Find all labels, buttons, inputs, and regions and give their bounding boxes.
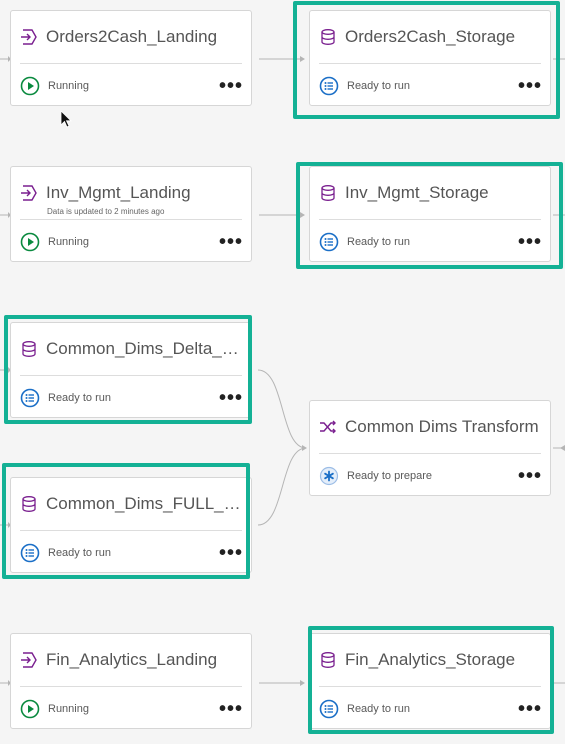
task-title: Common_Dims_FULL_Storage — [46, 494, 242, 513]
pipeline-task-card[interactable]: Orders2Cash_Landing Running ••• — [10, 10, 252, 106]
more-options-button[interactable]: ••• — [219, 76, 242, 96]
card-divider — [319, 63, 541, 64]
task-status: Ready to run — [48, 547, 111, 559]
more-options-button[interactable]: ••• — [518, 466, 541, 486]
database-icon — [319, 28, 337, 46]
more-options-button[interactable]: ••• — [518, 76, 541, 96]
task-title: Common_Dims_Delta_Storage — [46, 339, 242, 358]
database-icon — [20, 340, 38, 358]
card-divider — [319, 453, 541, 454]
task-status: Running — [48, 80, 89, 92]
card-divider — [20, 530, 242, 531]
list-icon — [319, 232, 339, 252]
landing-icon — [20, 28, 38, 46]
database-icon — [20, 495, 38, 513]
task-title: Fin_Analytics_Landing — [46, 650, 218, 669]
task-title: Inv_Mgmt_Landing — [46, 183, 191, 202]
landing-icon — [20, 184, 38, 202]
card-divider — [20, 686, 242, 687]
task-title: Orders2Cash_Storage — [345, 27, 516, 46]
database-icon — [319, 651, 337, 669]
more-options-button[interactable]: ••• — [219, 543, 242, 563]
task-title: Orders2Cash_Landing — [46, 27, 218, 46]
landing-icon — [20, 651, 38, 669]
card-divider — [319, 686, 541, 687]
task-subtitle: Data is updated to 2 minutes ago — [47, 207, 165, 216]
pipeline-task-card[interactable]: Common_Dims_FULL_Storage Ready to run ••… — [10, 477, 252, 573]
more-options-button[interactable]: ••• — [518, 232, 541, 252]
pipeline-task-card[interactable]: Fin_Analytics_Landing Running ••• — [10, 633, 252, 729]
pipeline-task-card[interactable]: Fin_Analytics_Storage Ready to run ••• — [309, 633, 551, 729]
play-icon — [20, 76, 40, 96]
list-icon — [319, 76, 339, 96]
task-status: Running — [48, 703, 89, 715]
task-title: Inv_Mgmt_Storage — [345, 183, 489, 202]
task-status: Ready to run — [347, 236, 410, 248]
card-divider — [20, 219, 242, 220]
more-options-button[interactable]: ••• — [219, 388, 242, 408]
more-options-button[interactable]: ••• — [219, 699, 242, 719]
task-status: Ready to prepare — [347, 470, 432, 482]
asterisk-icon — [319, 466, 339, 486]
play-icon — [20, 232, 40, 252]
task-status: Ready to run — [347, 80, 410, 92]
task-status: Ready to run — [48, 392, 111, 404]
transform-icon — [319, 418, 337, 436]
mouse-cursor-icon — [60, 110, 72, 133]
pipeline-task-card[interactable]: Inv_Mgmt_Storage Ready to run ••• — [309, 166, 551, 262]
list-icon — [20, 388, 40, 408]
pipeline-task-card[interactable]: Orders2Cash_Storage Ready to run ••• — [309, 10, 551, 106]
card-divider — [20, 63, 242, 64]
card-divider — [319, 219, 541, 220]
list-icon — [20, 543, 40, 563]
pipeline-task-card[interactable]: Inv_Mgmt_Landing Data is updated to 2 mi… — [10, 166, 252, 262]
list-icon — [319, 699, 339, 719]
task-title: Fin_Analytics_Storage — [345, 650, 516, 669]
pipeline-task-card[interactable]: Common Dims Transform Ready to prepare •… — [309, 400, 551, 496]
pipeline-task-card[interactable]: Common_Dims_Delta_Storage Ready to run •… — [10, 322, 252, 418]
task-status: Running — [48, 236, 89, 248]
more-options-button[interactable]: ••• — [219, 232, 242, 252]
task-status: Ready to run — [347, 703, 410, 715]
database-icon — [319, 184, 337, 202]
task-title: Common Dims Transform — [345, 417, 539, 436]
play-icon — [20, 699, 40, 719]
card-divider — [20, 375, 242, 376]
more-options-button[interactable]: ••• — [518, 699, 541, 719]
